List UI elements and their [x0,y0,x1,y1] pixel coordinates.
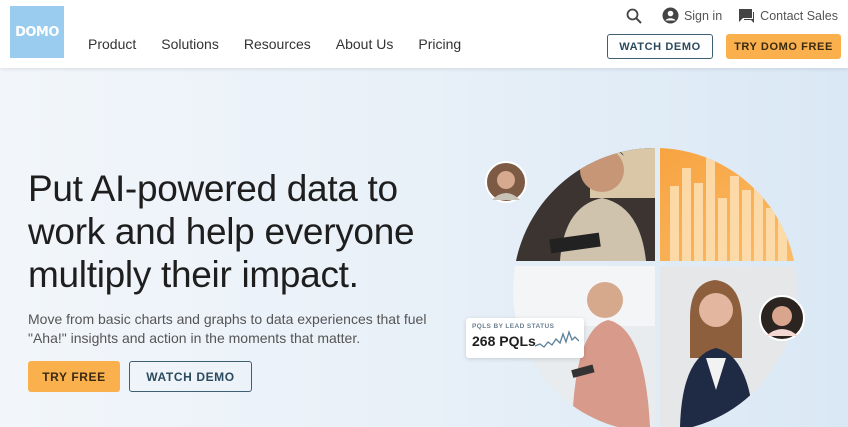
search-icon [626,8,642,24]
hero-image-collage [485,148,805,427]
contact-sales-label: Contact Sales [760,8,838,23]
site-header: DOMO Product Solutions Resources About U… [0,0,848,68]
nav-pricing[interactable]: Pricing [418,36,461,52]
sign-in-label: Sign in [683,8,723,23]
domo-logo[interactable]: DOMO [10,6,64,58]
utility-nav: Sign in Contact Sales [626,7,838,24]
pql-stat-card: PQLS BY LEAD STATUS 268 PQLs [466,318,584,358]
nav-about-us[interactable]: About Us [336,36,394,52]
hero-subtext: Move from basic charts and graphs to dat… [28,311,427,346]
sparkline-icon [535,329,579,348]
main-nav: Product Solutions Resources About Us Pri… [88,36,486,52]
nav-product[interactable]: Product [88,36,136,52]
watch-demo-header-button[interactable]: WATCH DEMO [607,34,713,59]
try-domo-free-button[interactable]: TRY DOMO FREE [726,34,841,59]
nav-resources[interactable]: Resources [244,36,311,52]
nav-solutions[interactable]: Solutions [161,36,219,52]
try-free-button[interactable]: TRY FREE [28,361,120,392]
logo-text: DOMO [15,24,59,40]
search-button[interactable] [626,8,642,24]
user-icon [662,7,679,24]
watch-demo-hero-button[interactable]: WATCH DEMO [129,361,252,392]
chat-icon [739,8,755,23]
hero-headline: Put AI-powered data to work and help eve… [28,168,415,295]
contact-sales-link[interactable]: Contact Sales [738,8,838,24]
sign-in-link[interactable]: Sign in [662,7,722,24]
